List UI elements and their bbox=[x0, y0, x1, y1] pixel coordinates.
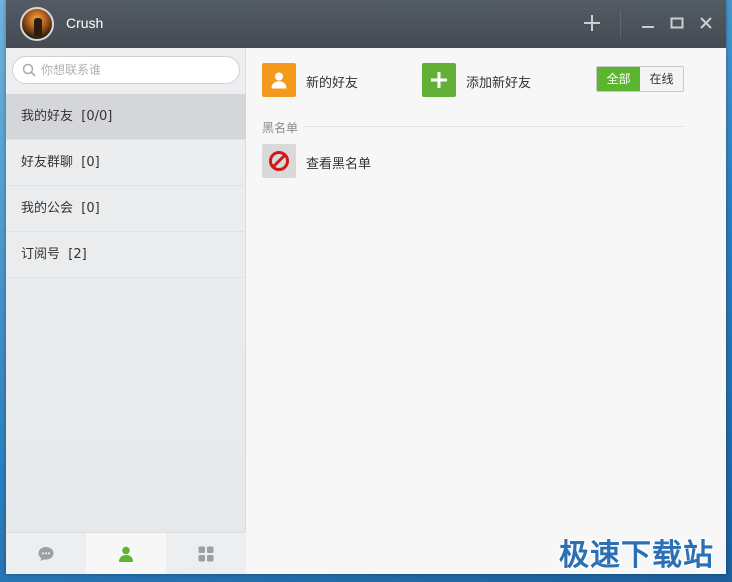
sidebar-item-friend-groups[interactable]: 好友群聊 [0] bbox=[6, 140, 246, 186]
search-icon bbox=[22, 63, 36, 77]
view-blacklist-button[interactable] bbox=[262, 144, 296, 178]
watermark-logo: 极速下载站 bbox=[559, 538, 714, 573]
plus-icon[interactable] bbox=[578, 9, 606, 37]
new-friend-label[interactable]: 新的好友 bbox=[306, 72, 358, 91]
sidebar-item-label: 好友群聊 bbox=[21, 155, 74, 170]
sidebar-item-label: 订阅号 bbox=[21, 247, 61, 262]
titlebar-divider bbox=[620, 10, 621, 38]
friend-filter-toggle: 全部 在线 bbox=[596, 66, 684, 92]
section-divider bbox=[305, 126, 684, 127]
contacts-icon bbox=[119, 546, 133, 562]
sidebar-item-count: [2] bbox=[68, 247, 87, 262]
user-avatar[interactable] bbox=[20, 7, 54, 41]
filter-all-button[interactable]: 全部 bbox=[597, 67, 640, 91]
app-title: Crush bbox=[66, 15, 104, 31]
search-box bbox=[12, 56, 240, 84]
minimize-icon[interactable] bbox=[634, 9, 662, 37]
filter-online-button[interactable]: 在线 bbox=[640, 67, 683, 91]
maximize-icon[interactable] bbox=[663, 9, 691, 37]
sidebar-item-subscriptions[interactable]: 订阅号 [2] bbox=[6, 232, 246, 278]
close-icon[interactable] bbox=[692, 9, 720, 37]
sidebar: 我的好友 [0/0] 好友群聊 [0] 我的公会 [0] 订阅号 [2] bbox=[6, 48, 246, 574]
add-friend-button[interactable] bbox=[422, 63, 456, 97]
view-blacklist-label[interactable]: 查看黑名单 bbox=[306, 153, 371, 172]
title-bar: Crush bbox=[6, 0, 726, 48]
app-window: Crush 你想联系谁 我的好友 [0/0] 好友群聊 [0] 我的公会 [0]… bbox=[6, 0, 726, 574]
blacklist-section-label: 黑名单 bbox=[262, 121, 299, 135]
sidebar-item-count: [0/0] bbox=[81, 109, 113, 124]
tab-chat[interactable] bbox=[6, 533, 86, 574]
search-input[interactable] bbox=[41, 60, 231, 80]
sidebar-item-count: [0] bbox=[81, 201, 100, 216]
tab-contacts[interactable] bbox=[86, 533, 166, 574]
chat-icon bbox=[38, 547, 54, 561]
sidebar-item-count: [0] bbox=[81, 155, 100, 170]
sidebar-item-my-friends[interactable]: 我的好友 [0/0] bbox=[6, 94, 246, 140]
plus-icon bbox=[431, 72, 447, 88]
bottom-tab-bar bbox=[6, 532, 246, 574]
user-icon bbox=[271, 72, 287, 89]
sidebar-item-my-guilds[interactable]: 我的公会 [0] bbox=[6, 186, 246, 232]
apps-icon bbox=[198, 546, 214, 562]
main-panel: 新的好友 添加新好友 全部 在线 黑名单 查看黑名单 bbox=[247, 48, 726, 574]
sidebar-item-label: 我的公会 bbox=[21, 201, 74, 216]
tab-apps[interactable] bbox=[166, 533, 246, 574]
sidebar-item-label: 我的好友 bbox=[21, 109, 74, 124]
add-friend-label[interactable]: 添加新好友 bbox=[466, 72, 531, 91]
new-friend-button[interactable] bbox=[262, 63, 296, 97]
ban-icon bbox=[269, 151, 289, 171]
